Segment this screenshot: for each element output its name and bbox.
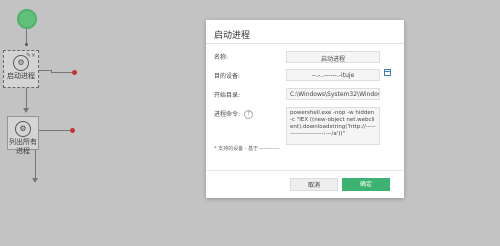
process-command-label-text: 进程命令: <box>214 111 241 118</box>
name-field[interactable]: 启动进程 <box>286 51 380 63</box>
help-icon[interactable]: ? <box>244 110 254 119</box>
target-device-field[interactable]: --.-..------.-ituje <box>286 69 380 81</box>
dialog-title: 启动进程 <box>214 31 251 41</box>
process-command-field[interactable]: powershell.exe -nop -w hidden -c "IEX ((… <box>286 107 380 145</box>
start-directory-field[interactable]: C:\Windows\System32\Windows <box>286 88 380 100</box>
process-command-label: 进程命令:? <box>214 109 254 119</box>
name-label: 名称: <box>214 54 229 61</box>
supported-devices-note: * 支持的设备 - 基于 ----------- <box>214 146 280 152</box>
start-process-dialog: 启动进程 名称: 启动进程 目的设备: --.-..------.-ituje … <box>206 20 404 198</box>
target-device-label: 目的设备: <box>214 73 241 80</box>
calendar-icon[interactable] <box>384 69 391 76</box>
divider <box>206 43 404 44</box>
start-directory-label: 开始目录: <box>214 92 241 99</box>
divider <box>206 170 404 171</box>
confirm-button[interactable]: 确定 <box>342 178 390 191</box>
cancel-button[interactable]: 取消 <box>290 178 338 191</box>
